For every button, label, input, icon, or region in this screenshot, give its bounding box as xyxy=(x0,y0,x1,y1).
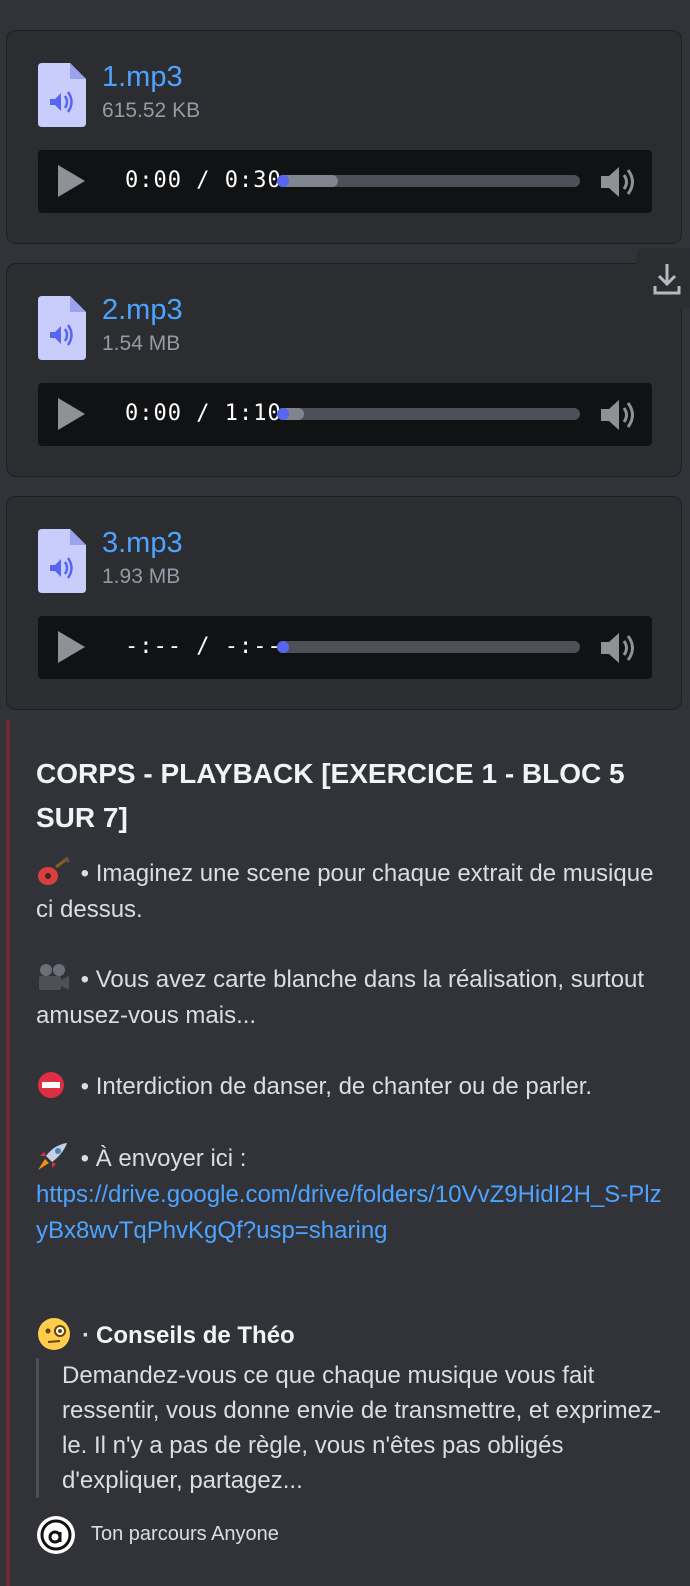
quote-heading: · Conseils de Théo xyxy=(36,1316,295,1352)
audio-attachment-2: 2.mp3 1.54 MB 0:00 / 1:10 xyxy=(6,263,682,477)
file-size: 615.52 KB xyxy=(102,99,201,122)
audio-player: 0:00 / 1:10 xyxy=(38,383,652,446)
file-name-link[interactable]: 1.mp3 xyxy=(102,61,183,94)
progress-knob[interactable] xyxy=(277,408,289,420)
file-name-link[interactable]: 2.mp3 xyxy=(102,294,183,327)
progress-slider[interactable] xyxy=(277,175,580,187)
time-display: -:-- / -:-- xyxy=(125,634,282,659)
time-display: 0:00 / 1:10 xyxy=(125,401,282,426)
rocket-icon xyxy=(38,1143,67,1170)
file-size: 1.54 MB xyxy=(102,332,181,355)
anyone-logo-icon xyxy=(37,1516,75,1554)
no-entry-icon xyxy=(38,1072,64,1098)
audio-file-icon xyxy=(38,296,86,360)
instruction-imagine: • Imaginez une scene pour chaque extrait… xyxy=(36,856,666,928)
volume-icon[interactable] xyxy=(598,162,638,202)
progress-knob[interactable] xyxy=(277,641,289,653)
audio-file-icon xyxy=(38,63,86,127)
instruction-envoyer: • À envoyer ici : xyxy=(36,1141,666,1177)
movie-camera-icon xyxy=(39,964,69,990)
guitar-icon xyxy=(38,857,70,885)
monocle-face-icon xyxy=(38,1318,70,1350)
volume-icon[interactable] xyxy=(598,395,638,435)
play-icon[interactable] xyxy=(54,630,88,664)
audio-player: 0:00 / 0:30 xyxy=(38,150,652,213)
instruction-carte-blanche: • Vous avez carte blanche dans la réalis… xyxy=(36,962,666,1034)
quote-text: Demandez-vous ce que chaque musique vous… xyxy=(62,1362,661,1494)
time-display: 0:00 / 0:30 xyxy=(125,168,282,193)
volume-icon[interactable] xyxy=(598,628,638,668)
file-size: 1.93 MB xyxy=(102,565,181,588)
embed-title: CORPS - PLAYBACK [EXERCICE 1 - BLOC 5 SU… xyxy=(36,758,625,833)
progress-knob[interactable] xyxy=(277,175,289,187)
play-icon[interactable] xyxy=(54,397,88,431)
audio-file-icon xyxy=(38,529,86,593)
quote-separator: · xyxy=(82,1322,90,1349)
instruction-interdiction: • Interdiction de danser, de chanter ou … xyxy=(36,1069,666,1105)
progress-slider[interactable] xyxy=(277,408,580,420)
file-name-link[interactable]: 3.mp3 xyxy=(102,527,183,560)
play-icon[interactable] xyxy=(54,164,88,198)
drive-link[interactable]: https://drive.google.com/drive/folders/1… xyxy=(36,1177,666,1249)
embed-accent-bar xyxy=(6,720,10,1586)
audio-attachment-3: 3.mp3 1.93 MB -:-- / -:-- xyxy=(6,496,682,710)
cutoff-previous-text xyxy=(36,0,296,4)
quote-title: Conseils de Théo xyxy=(96,1322,295,1349)
footer-text: Ton parcours Anyone xyxy=(91,1523,279,1545)
audio-player: -:-- / -:-- xyxy=(38,616,652,679)
download-icon xyxy=(653,264,681,295)
download-button[interactable] xyxy=(636,248,690,308)
progress-slider[interactable] xyxy=(277,641,580,653)
audio-attachment-1: 1.mp3 615.52 KB 0:00 / 0:30 xyxy=(6,30,682,244)
quote-bar xyxy=(36,1358,39,1498)
